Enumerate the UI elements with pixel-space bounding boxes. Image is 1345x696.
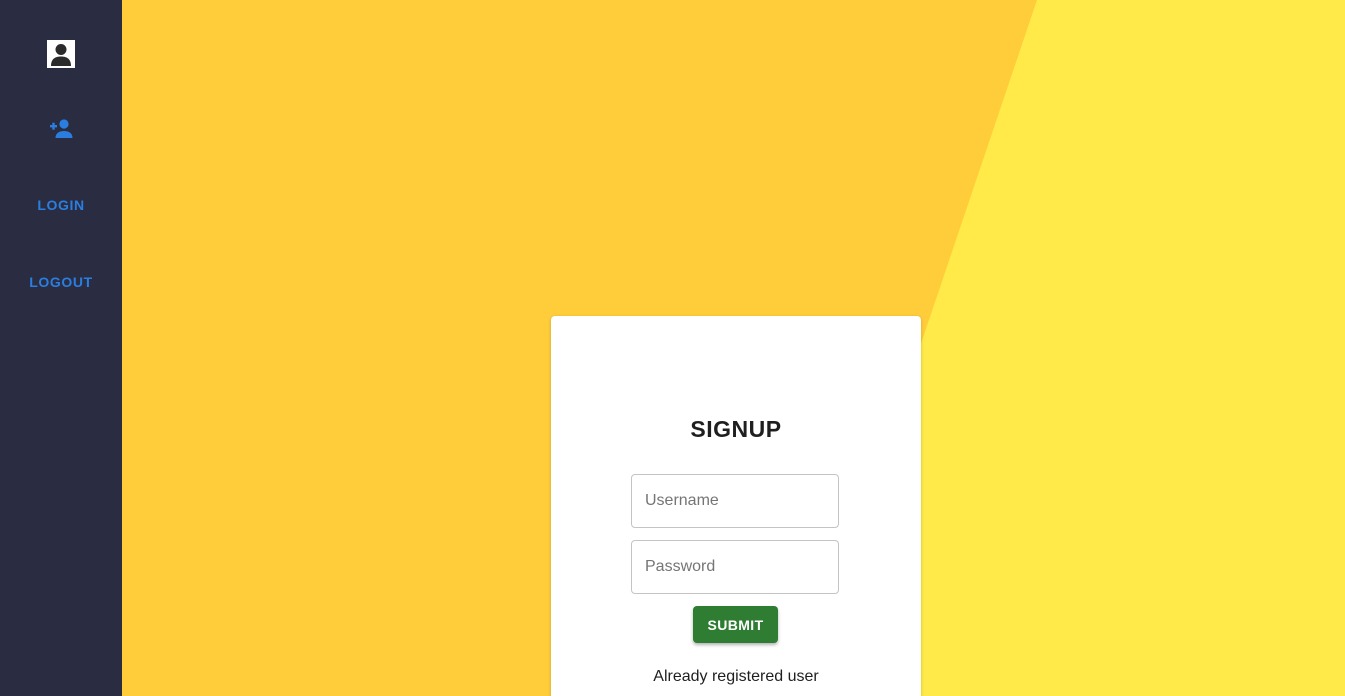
login-link[interactable]: LOGIN (0, 197, 122, 213)
logout-link[interactable]: LOGOUT (0, 274, 122, 290)
password-input[interactable] (631, 540, 839, 594)
submit-button[interactable]: SUBMIT (693, 606, 778, 643)
username-input[interactable] (631, 474, 839, 528)
add-user-button[interactable] (48, 116, 74, 140)
sidebar: LOGIN LOGOUT (0, 0, 122, 696)
main-area: SIGNUP SUBMIT Already registered user (122, 0, 1345, 696)
person-add-icon (50, 119, 73, 138)
app-root: LOGIN LOGOUT SIGNUP SUBMIT Already regis… (0, 0, 1345, 696)
page-title: SIGNUP (690, 416, 782, 442)
avatar-icon[interactable] (47, 40, 75, 68)
signup-card: SIGNUP SUBMIT Already registered user (551, 316, 921, 696)
already-registered-text[interactable]: Already registered user (551, 668, 921, 686)
